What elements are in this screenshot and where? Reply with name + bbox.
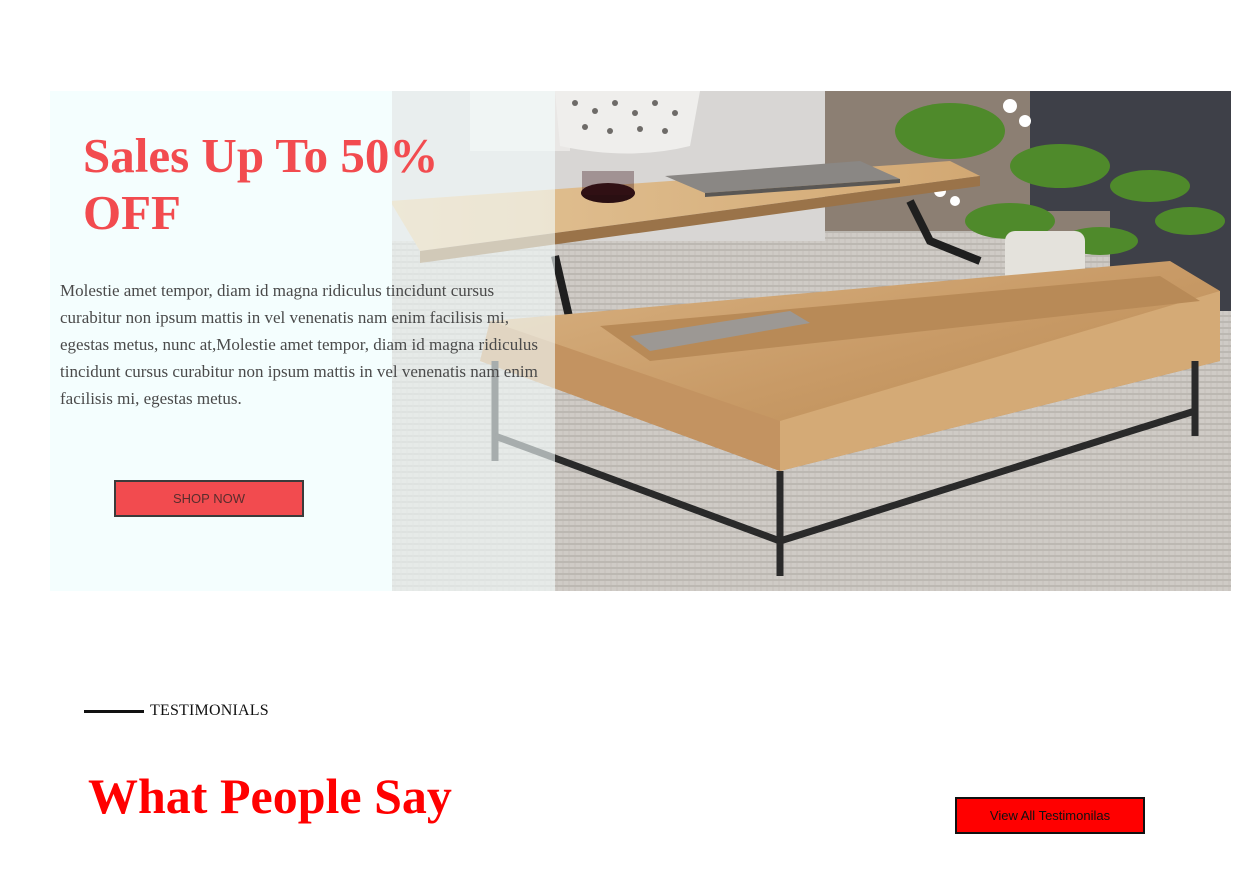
- testimonials-title: What People Say: [88, 768, 452, 824]
- eyebrow-divider: [84, 709, 144, 713]
- shop-now-button[interactable]: SHOP NOW: [114, 480, 304, 517]
- view-all-testimonials-button[interactable]: View All Testimonilas: [955, 797, 1145, 834]
- hero-title: Sales Up To 50% OFF: [83, 128, 439, 240]
- eyebrow-label: TESTIMONIALS: [150, 702, 269, 719]
- testimonials-eyebrow: TESTIMONIALS: [84, 702, 269, 720]
- hero-description: Molestie amet tempor, diam id magna ridi…: [60, 281, 539, 408]
- hero-banner: Sales Up To 50% OFF Molestie amet tempor…: [50, 91, 1231, 591]
